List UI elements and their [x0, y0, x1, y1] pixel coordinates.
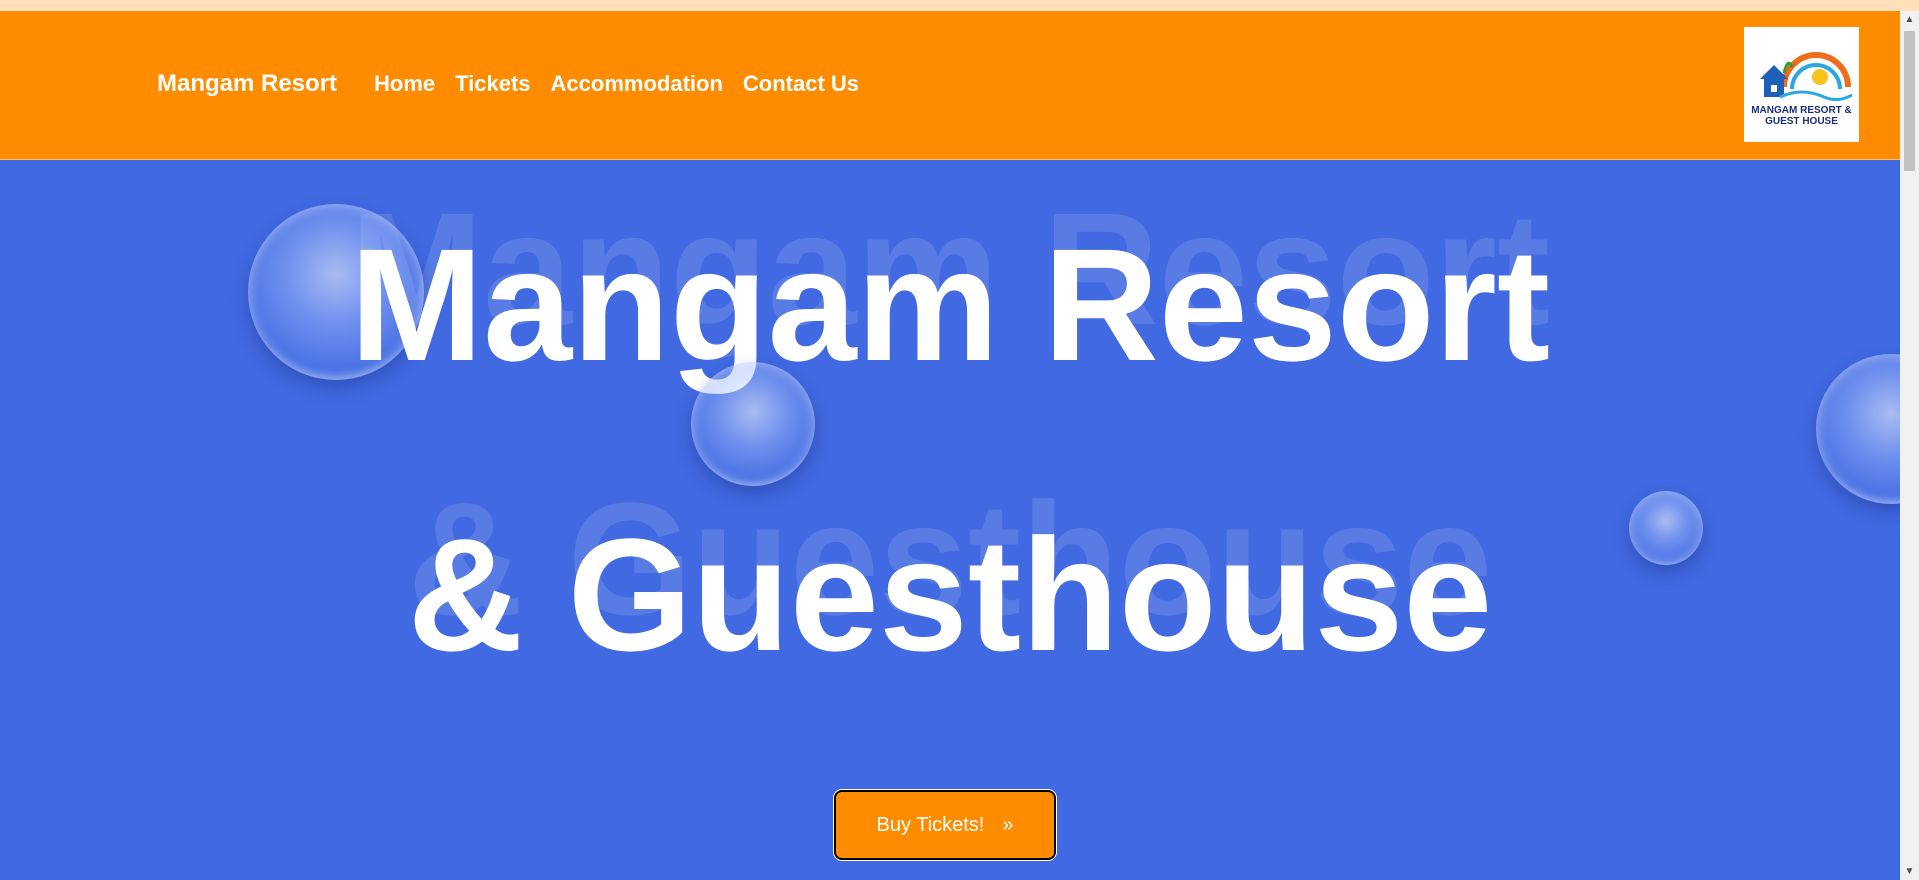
hero-title-line-1: Mangam Resort — [349, 215, 1551, 394]
buy-tickets-button[interactable]: Buy Tickets! » — [834, 790, 1056, 860]
hero-title: Mangam Resort & Guesthouse — [0, 160, 1900, 740]
bubble-decoration — [691, 362, 815, 486]
scroll-down-arrow-icon[interactable]: ▼ — [1900, 863, 1919, 880]
hero-section: Mangam Resort & Guesthouse Mangam Resort… — [0, 160, 1900, 880]
nav-link-accommodation[interactable]: Accommodation — [551, 71, 723, 97]
scroll-up-arrow-icon[interactable]: ▲ — [1900, 11, 1919, 28]
navbar: Mangam Resort Home Tickets Accommodation… — [0, 11, 1900, 160]
nav-link-tickets[interactable]: Tickets — [455, 71, 530, 97]
top-strip — [0, 0, 1919, 11]
logo-text: MANGAM RESORT & GUEST HOUSE — [1751, 105, 1852, 127]
resort-logo[interactable]: MANGAM RESORT & GUEST HOUSE — [1744, 27, 1859, 142]
brand-link[interactable]: Mangam Resort — [157, 70, 337, 98]
nav-link-contact-us[interactable]: Contact Us — [743, 71, 859, 97]
nav-links: Home Tickets Accommodation Contact Us — [374, 71, 859, 97]
nav-link-home[interactable]: Home — [374, 71, 435, 97]
bubble-decoration — [1629, 491, 1703, 565]
scrollbar-thumb[interactable] — [1904, 31, 1915, 171]
page-scrollbar[interactable]: ▲ ▼ — [1900, 11, 1919, 880]
double-chevron-right-icon: » — [1002, 813, 1014, 836]
hero-title-line-2: & Guesthouse — [407, 505, 1493, 684]
buy-tickets-label: Buy Tickets! — [876, 813, 985, 836]
